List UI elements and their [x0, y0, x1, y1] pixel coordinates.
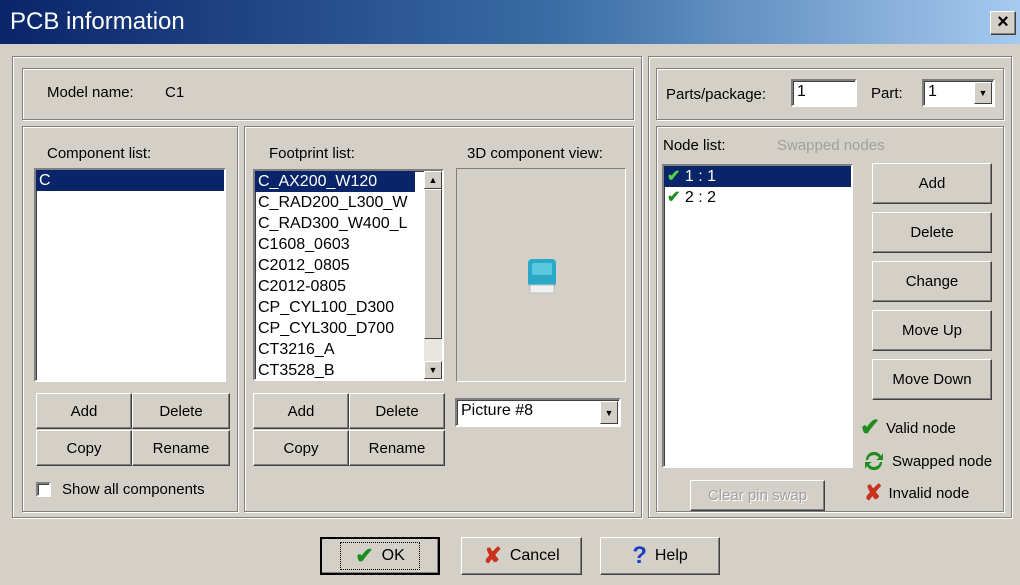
parts-package-input[interactable]: 1 [791, 79, 857, 107]
component-copy-button[interactable]: Copy [36, 430, 132, 466]
list-item[interactable]: CT3216_A [255, 339, 442, 360]
component-add-button[interactable]: Add [36, 393, 132, 429]
picture-select-value: Picture #8 [461, 402, 534, 419]
footprint-delete-button[interactable]: Delete [349, 393, 445, 429]
list-item[interactable]: CT3528_B [255, 360, 442, 379]
show-all-checkbox[interactable] [36, 482, 51, 497]
list-item[interactable]: C [36, 170, 224, 191]
list-item[interactable]: C_RAD300_W400_L [255, 213, 442, 234]
component-list-label: Component list: [47, 145, 152, 162]
component-rename-button[interactable]: Rename [132, 430, 230, 466]
list-item[interactable]: CP_CYL100_D300 [255, 297, 442, 318]
close-icon: × [997, 11, 1009, 33]
footprint-rename-button[interactable]: Rename [349, 430, 445, 466]
legend-valid: ✔ Valid node [860, 416, 956, 440]
part-label: Part: [871, 85, 903, 102]
ok-check-icon: ✔ [355, 543, 374, 568]
node-list-label: Node list: [663, 137, 726, 154]
list-item[interactable]: ✔ 2 : 2 [664, 187, 851, 208]
legend-valid-label: Valid node [886, 419, 956, 437]
list-item[interactable]: C1608_0603 [255, 234, 442, 255]
ok-label: OK [381, 547, 405, 564]
help-question-icon: ? [632, 542, 647, 569]
list-item[interactable]: C_RAD200_L300_W [255, 192, 442, 213]
show-all-label[interactable]: Show all components [62, 481, 205, 498]
model-label: Model name: [47, 84, 134, 101]
footprint-scrollbar[interactable]: ▲ ▼ [424, 171, 442, 379]
cancel-label: Cancel [509, 547, 560, 564]
part-select-value: 1 [928, 83, 937, 100]
legend-invalid-label: Invalid node [888, 484, 970, 502]
help-button[interactable]: ? Help [600, 537, 720, 575]
node-add-button[interactable]: Add [872, 163, 992, 204]
title-bar: PCB information × [0, 0, 1020, 44]
swap-arrows-icon [865, 451, 883, 471]
part-select[interactable]: 1 ▼ [922, 79, 995, 107]
node-change-button[interactable]: Change [872, 261, 992, 302]
list-item[interactable]: C_AX200_W120 [255, 171, 415, 192]
ok-button[interactable]: ✔ OK [320, 537, 440, 575]
component-listbox[interactable]: C [34, 168, 226, 382]
node-move-up-button[interactable]: Move Up [872, 310, 992, 351]
chevron-down-icon[interactable]: ▼ [974, 82, 992, 104]
cancel-x-icon: ✘ [483, 543, 502, 568]
clear-pin-swap-button[interactable]: Clear pin swap [690, 480, 825, 511]
swapped-nodes-label: Swapped nodes [777, 137, 885, 154]
list-item[interactable]: C2012-0805 [255, 276, 442, 297]
node-move-down-button[interactable]: Move Down [872, 359, 992, 400]
picture-select[interactable]: Picture #8 ▼ [455, 398, 621, 427]
component-3d-preview [456, 168, 626, 382]
node-delete-button[interactable]: Delete [872, 212, 992, 253]
footprint-list-label: Footprint list: [269, 145, 355, 162]
valid-check-icon: ✔ [667, 189, 681, 206]
legend-invalid: ✘ Invalid node [864, 482, 969, 504]
valid-check-icon: ✔ [860, 414, 881, 441]
parts-package-label: Parts/package: [666, 86, 767, 103]
footprint-add-button[interactable]: Add [253, 393, 349, 429]
legend-swapped-label: Swapped node [892, 452, 993, 470]
valid-check-icon: ✔ [667, 168, 681, 185]
invalid-x-icon: ✘ [864, 480, 883, 505]
model-value: C1 [165, 84, 185, 101]
capacitor-3d-icon [528, 259, 556, 294]
close-button[interactable]: × [990, 11, 1016, 35]
legend-swapped: Swapped node [862, 449, 992, 473]
help-label: Help [654, 547, 688, 564]
scroll-thumb[interactable] [424, 189, 442, 339]
scroll-down-icon[interactable]: ▼ [424, 361, 442, 379]
list-item[interactable]: ✔ 1 : 1 [664, 166, 851, 187]
scroll-up-icon[interactable]: ▲ [424, 171, 442, 189]
footprint-copy-button[interactable]: Copy [253, 430, 349, 466]
list-item[interactable]: CP_CYL300_D700 [255, 318, 442, 339]
window-title: PCB information [10, 8, 185, 35]
footprint-listbox[interactable]: C_AX200_W120 C_RAD200_L300_W C_RAD300_W4… [253, 169, 444, 381]
component-delete-button[interactable]: Delete [132, 393, 230, 429]
cancel-button[interactable]: ✘ Cancel [461, 537, 582, 575]
chevron-down-icon[interactable]: ▼ [600, 401, 618, 424]
list-item[interactable]: C2012_0805 [255, 255, 442, 276]
model-group: Model name: C1 [22, 68, 634, 120]
component-view-label: 3D component view: [467, 145, 603, 162]
node-listbox[interactable]: ✔ 1 : 1 ✔ 2 : 2 [662, 164, 853, 468]
